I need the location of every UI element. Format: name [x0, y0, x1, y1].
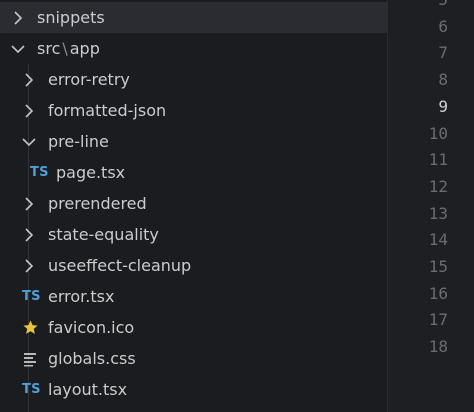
- line-number: 5: [438, 0, 448, 13]
- tree-item-label: error.tsx: [48, 287, 115, 306]
- line-number: 17: [428, 310, 448, 330]
- editor-gutter: 5 6 7 8 9 10 11 12 13 14 15 16 17 18: [388, 0, 474, 412]
- line-number: 9: [438, 96, 448, 116]
- tree-item-label: layout.tsx: [48, 380, 128, 399]
- line-number: 11: [428, 150, 448, 170]
- tree-item-label: snippets: [37, 8, 105, 27]
- chevron-down-icon[interactable]: [11, 40, 25, 58]
- tree-folder-snippets[interactable]: snippets: [0, 2, 387, 33]
- tree-folder-state-equality[interactable]: state-equality: [0, 219, 387, 250]
- css-file-icon: [22, 351, 44, 367]
- typescript-file-icon: TS: [22, 289, 44, 304]
- tree-item-label: state-equality: [48, 225, 159, 244]
- tree-file-globals-css[interactable]: globals.css: [0, 343, 387, 374]
- path-separator: \: [62, 39, 68, 58]
- tree-folder-formatted-json[interactable]: formatted-json: [0, 95, 387, 126]
- line-number: 12: [428, 176, 448, 196]
- tree-item-label: prerendered: [48, 194, 147, 213]
- explorer-panel: snippets src \ app error-retry formatted-json…: [0, 0, 388, 412]
- typescript-icon-text: TS: [30, 165, 49, 180]
- line-number: 16: [428, 283, 448, 303]
- chevron-right-icon[interactable]: [22, 226, 36, 244]
- tree-file-favicon-ico[interactable]: favicon.ico: [0, 312, 387, 343]
- chevron-right-icon[interactable]: [22, 71, 36, 89]
- chevron-right-icon[interactable]: [22, 195, 36, 213]
- tree-item-label: error-retry: [48, 70, 130, 89]
- chevron-down-icon[interactable]: [22, 133, 36, 151]
- tree-item-label: globals.css: [48, 349, 136, 368]
- line-number: 18: [428, 337, 448, 357]
- typescript-file-icon: TS: [30, 165, 52, 180]
- line-number: 10: [428, 123, 448, 143]
- line-number: 6: [438, 16, 448, 36]
- tree-item-label: pre-line: [48, 132, 109, 151]
- tree-item-label: formatted-json: [48, 101, 167, 120]
- tree-file-page-tsx[interactable]: TS page.tsx: [0, 157, 387, 188]
- chevron-right-icon[interactable]: [22, 257, 36, 275]
- tree-folder-error-retry[interactable]: error-retry: [0, 64, 387, 95]
- tree-folder-prerendered[interactable]: prerendered: [0, 188, 387, 219]
- typescript-icon-text: TS: [22, 382, 41, 397]
- app-root: snippets src \ app error-retry formatted-json…: [0, 0, 474, 412]
- chevron-right-icon[interactable]: [11, 9, 25, 27]
- tree-file-error-tsx[interactable]: TS error.tsx: [0, 281, 387, 312]
- tree-folder-useeffect-cleanup[interactable]: useeffect-cleanup: [0, 250, 387, 281]
- line-number: 7: [438, 43, 448, 63]
- folder-path-segment: app: [69, 39, 100, 58]
- tree-file-layout-tsx[interactable]: TS layout.tsx: [0, 374, 387, 405]
- tree-item-label: page.tsx: [56, 163, 126, 182]
- typescript-icon-text: TS: [22, 289, 41, 304]
- line-number: 13: [428, 203, 448, 223]
- line-number: 14: [428, 230, 448, 250]
- line-number: 8: [438, 70, 448, 90]
- tree-folder-src-app[interactable]: src \ app: [0, 33, 387, 64]
- tree-item-label: useeffect-cleanup: [48, 256, 192, 275]
- tree-folder-pre-line[interactable]: pre-line: [0, 126, 387, 157]
- chevron-right-icon[interactable]: [22, 102, 36, 120]
- tree-item-label: favicon.ico: [48, 318, 135, 337]
- line-number: 15: [428, 257, 448, 276]
- folder-path-segment: src: [37, 39, 61, 58]
- star-icon: [22, 319, 44, 336]
- typescript-file-icon: TS: [22, 382, 44, 397]
